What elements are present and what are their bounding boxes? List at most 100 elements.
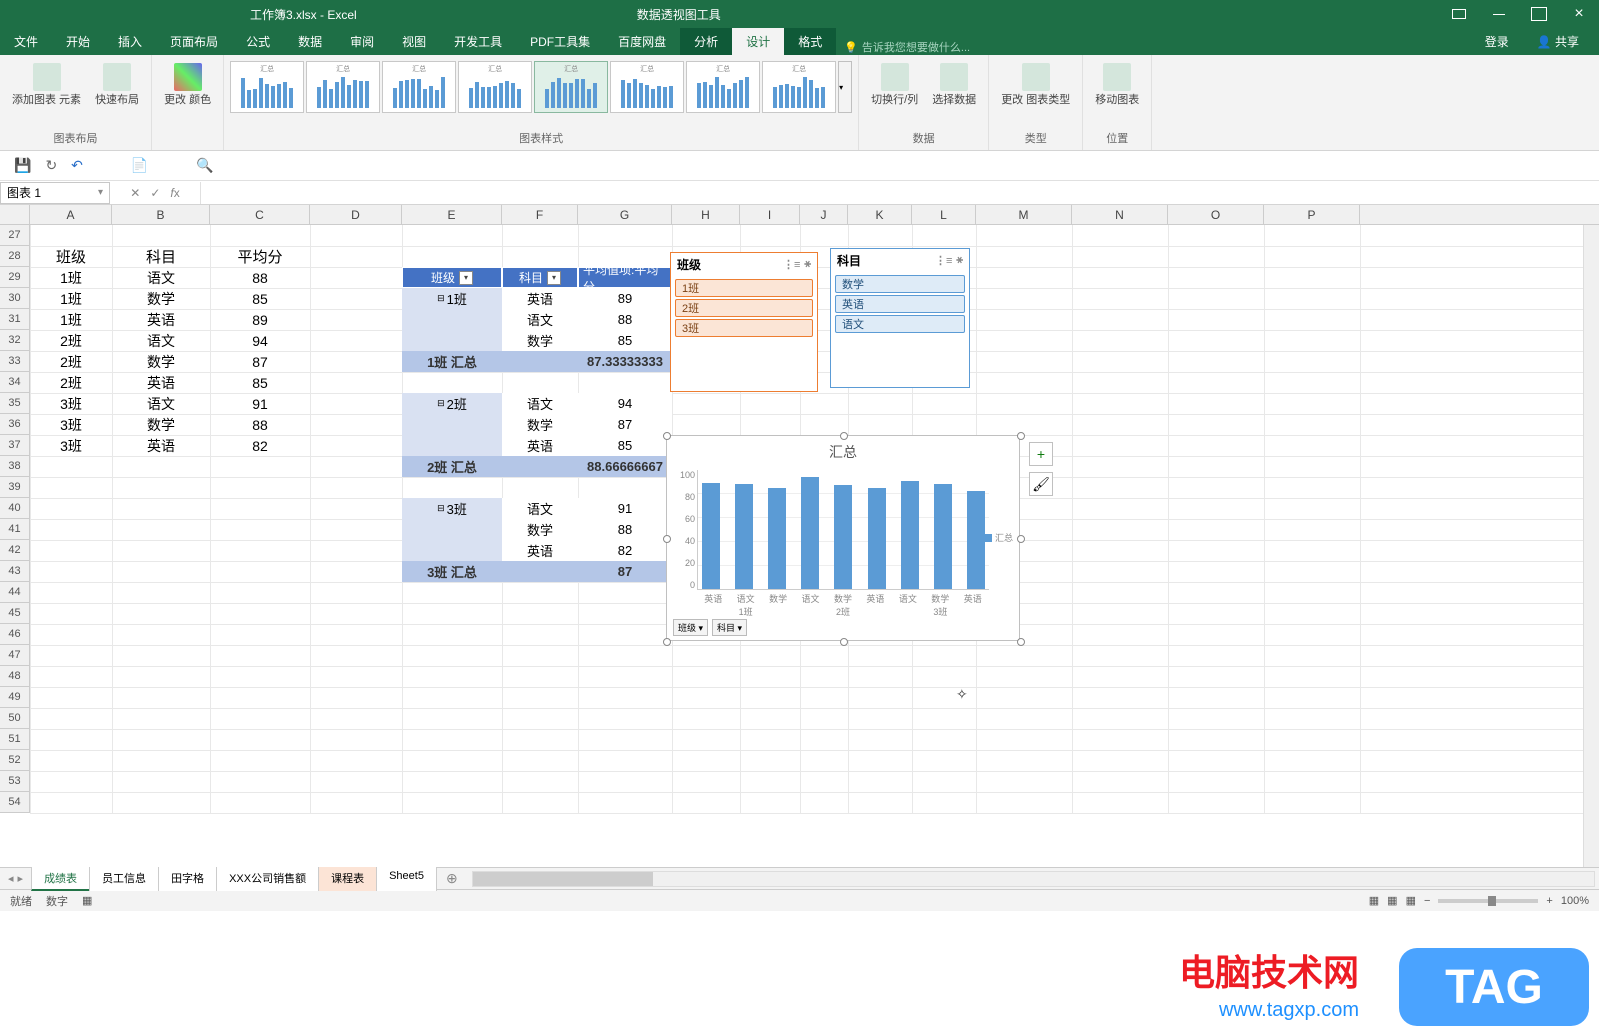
menu-tab-1[interactable]: 开始 (52, 28, 104, 55)
change-color-button[interactable]: 更改 颜色 (158, 61, 217, 109)
selection-handle[interactable] (1017, 432, 1025, 440)
sheet-nav-last-icon[interactable]: ▸ (18, 872, 24, 885)
col-header-O[interactable]: O (1168, 205, 1264, 224)
sheet-tab[interactable]: Sheet5 (376, 866, 437, 891)
slicer-multiselect-icon[interactable]: ⋮≡ (935, 254, 952, 267)
menu-tab-10[interactable]: 百度网盘 (604, 28, 680, 55)
chart-styles-gallery[interactable]: 汇总汇总汇总汇总汇总汇总汇总汇总▾ (230, 57, 852, 128)
selection-handle[interactable] (1017, 535, 1025, 543)
zoom-level[interactable]: 100% (1561, 895, 1589, 907)
row-header-27[interactable]: 27 (0, 225, 30, 246)
cell[interactable]: 85 (578, 435, 672, 456)
cell[interactable]: 85 (578, 330, 672, 351)
row-header-46[interactable]: 46 (0, 624, 30, 645)
login-button[interactable]: 登录 (1471, 28, 1523, 55)
enter-icon[interactable]: ✓ (150, 186, 160, 200)
row-header-53[interactable]: 53 (0, 771, 30, 792)
col-header-K[interactable]: K (848, 205, 912, 224)
selection-handle[interactable] (663, 432, 671, 440)
formula-input[interactable] (200, 182, 1599, 204)
ribbon-options-icon[interactable] (1439, 0, 1479, 28)
cell[interactable]: 班级 (30, 246, 112, 267)
print-preview-icon[interactable]: 🔍 (196, 157, 213, 174)
cell[interactable]: 2班 汇总 (402, 456, 502, 477)
cell[interactable]: 科目▾ (502, 267, 578, 288)
cell[interactable] (402, 330, 502, 351)
cell[interactable]: 85 (210, 372, 310, 393)
zoom-out-button[interactable]: − (1424, 895, 1430, 907)
cell[interactable]: 科目 (112, 246, 210, 267)
sheet-tab[interactable]: 成绩表 (31, 866, 90, 891)
view-page-icon[interactable]: ▦ (1387, 894, 1397, 907)
menu-tab-2[interactable]: 插入 (104, 28, 156, 55)
close-button[interactable]: × (1559, 0, 1599, 28)
cell[interactable]: 英语 (502, 288, 578, 309)
row-header-47[interactable]: 47 (0, 645, 30, 666)
row-header-37[interactable]: 37 (0, 435, 30, 456)
macro-record-icon[interactable]: ▦ (82, 894, 92, 907)
chart-style-7[interactable]: 汇总 (686, 61, 760, 113)
cell[interactable]: 2班 (30, 372, 112, 393)
chart-filter-button[interactable]: 班级 ▾ (673, 619, 708, 636)
cell[interactable]: 88 (210, 267, 310, 288)
cell[interactable]: 平均值项:平均分 (578, 267, 672, 288)
chart-title[interactable]: 汇总 (667, 442, 1019, 462)
cell[interactable] (402, 435, 502, 456)
row-header-52[interactable]: 52 (0, 750, 30, 771)
row-header-34[interactable]: 34 (0, 372, 30, 393)
menu-tab-9[interactable]: PDF工具集 (516, 28, 604, 55)
row-header-51[interactable]: 51 (0, 729, 30, 750)
row-header-38[interactable]: 38 (0, 456, 30, 477)
sheet-nav-first-icon[interactable]: ◂ (8, 872, 14, 885)
cell[interactable]: 87 (210, 351, 310, 372)
cancel-icon[interactable]: ✕ (130, 186, 140, 200)
chart-elements-button[interactable]: + (1029, 442, 1053, 466)
select-data-button[interactable]: 选择数据 (926, 61, 982, 109)
vertical-scrollbar[interactable] (1583, 225, 1599, 867)
switch-row-col-button[interactable]: 切换行/列 (865, 61, 924, 109)
cell[interactable]: 语文 (502, 498, 578, 519)
cell[interactable]: ⊟1班 (402, 288, 502, 309)
row-header-29[interactable]: 29 (0, 267, 30, 288)
row-header-31[interactable]: 31 (0, 309, 30, 330)
menu-tab-7[interactable]: 视图 (388, 28, 440, 55)
row-header-39[interactable]: 39 (0, 477, 30, 498)
chart-style-1[interactable]: 汇总 (230, 61, 304, 113)
slicer-item[interactable]: 语文 (835, 315, 965, 333)
cell[interactable] (402, 309, 502, 330)
cell[interactable]: 语文 (502, 309, 578, 330)
menu-tab-13[interactable]: 格式 (784, 28, 836, 55)
cell[interactable]: 3班 (30, 414, 112, 435)
row-header-54[interactable]: 54 (0, 792, 30, 813)
cell[interactable]: 87 (578, 561, 672, 582)
sheet-tab[interactable]: XXX公司销售额 (216, 866, 319, 891)
col-header-J[interactable]: J (800, 205, 848, 224)
cell[interactable]: 英语 (112, 435, 210, 456)
cell[interactable]: 87.33333333 (578, 351, 672, 372)
row-header-43[interactable]: 43 (0, 561, 30, 582)
slicer-item[interactable]: 英语 (835, 295, 965, 313)
chart-style-6[interactable]: 汇总 (610, 61, 684, 113)
cell[interactable]: 语文 (502, 393, 578, 414)
slicer-class[interactable]: 班级⋮≡⚹1班2班3班 (670, 252, 818, 392)
cell[interactable]: 语文 (112, 393, 210, 414)
cell[interactable]: 88 (210, 414, 310, 435)
cell[interactable]: 89 (578, 288, 672, 309)
cell[interactable]: 3班 (30, 435, 112, 456)
sheet-tab[interactable]: 课程表 (318, 866, 377, 891)
selection-handle[interactable] (1017, 638, 1025, 646)
view-break-icon[interactable]: ▦ (1406, 894, 1416, 907)
menu-tab-6[interactable]: 审阅 (336, 28, 388, 55)
slicer-item[interactable]: 数学 (835, 275, 965, 293)
selection-handle[interactable] (840, 638, 848, 646)
cell[interactable]: 英语 (112, 309, 210, 330)
col-header-L[interactable]: L (912, 205, 976, 224)
quick-layout-button[interactable]: 快速布局 (89, 61, 145, 109)
col-header-H[interactable]: H (672, 205, 740, 224)
restore-button[interactable] (1519, 0, 1559, 28)
sheet-tab[interactable]: 田字格 (158, 866, 217, 891)
col-header-I[interactable]: I (740, 205, 800, 224)
slicer-subject[interactable]: 科目⋮≡⚹数学英语语文 (830, 248, 970, 388)
col-header-B[interactable]: B (112, 205, 210, 224)
cell[interactable] (402, 540, 502, 561)
